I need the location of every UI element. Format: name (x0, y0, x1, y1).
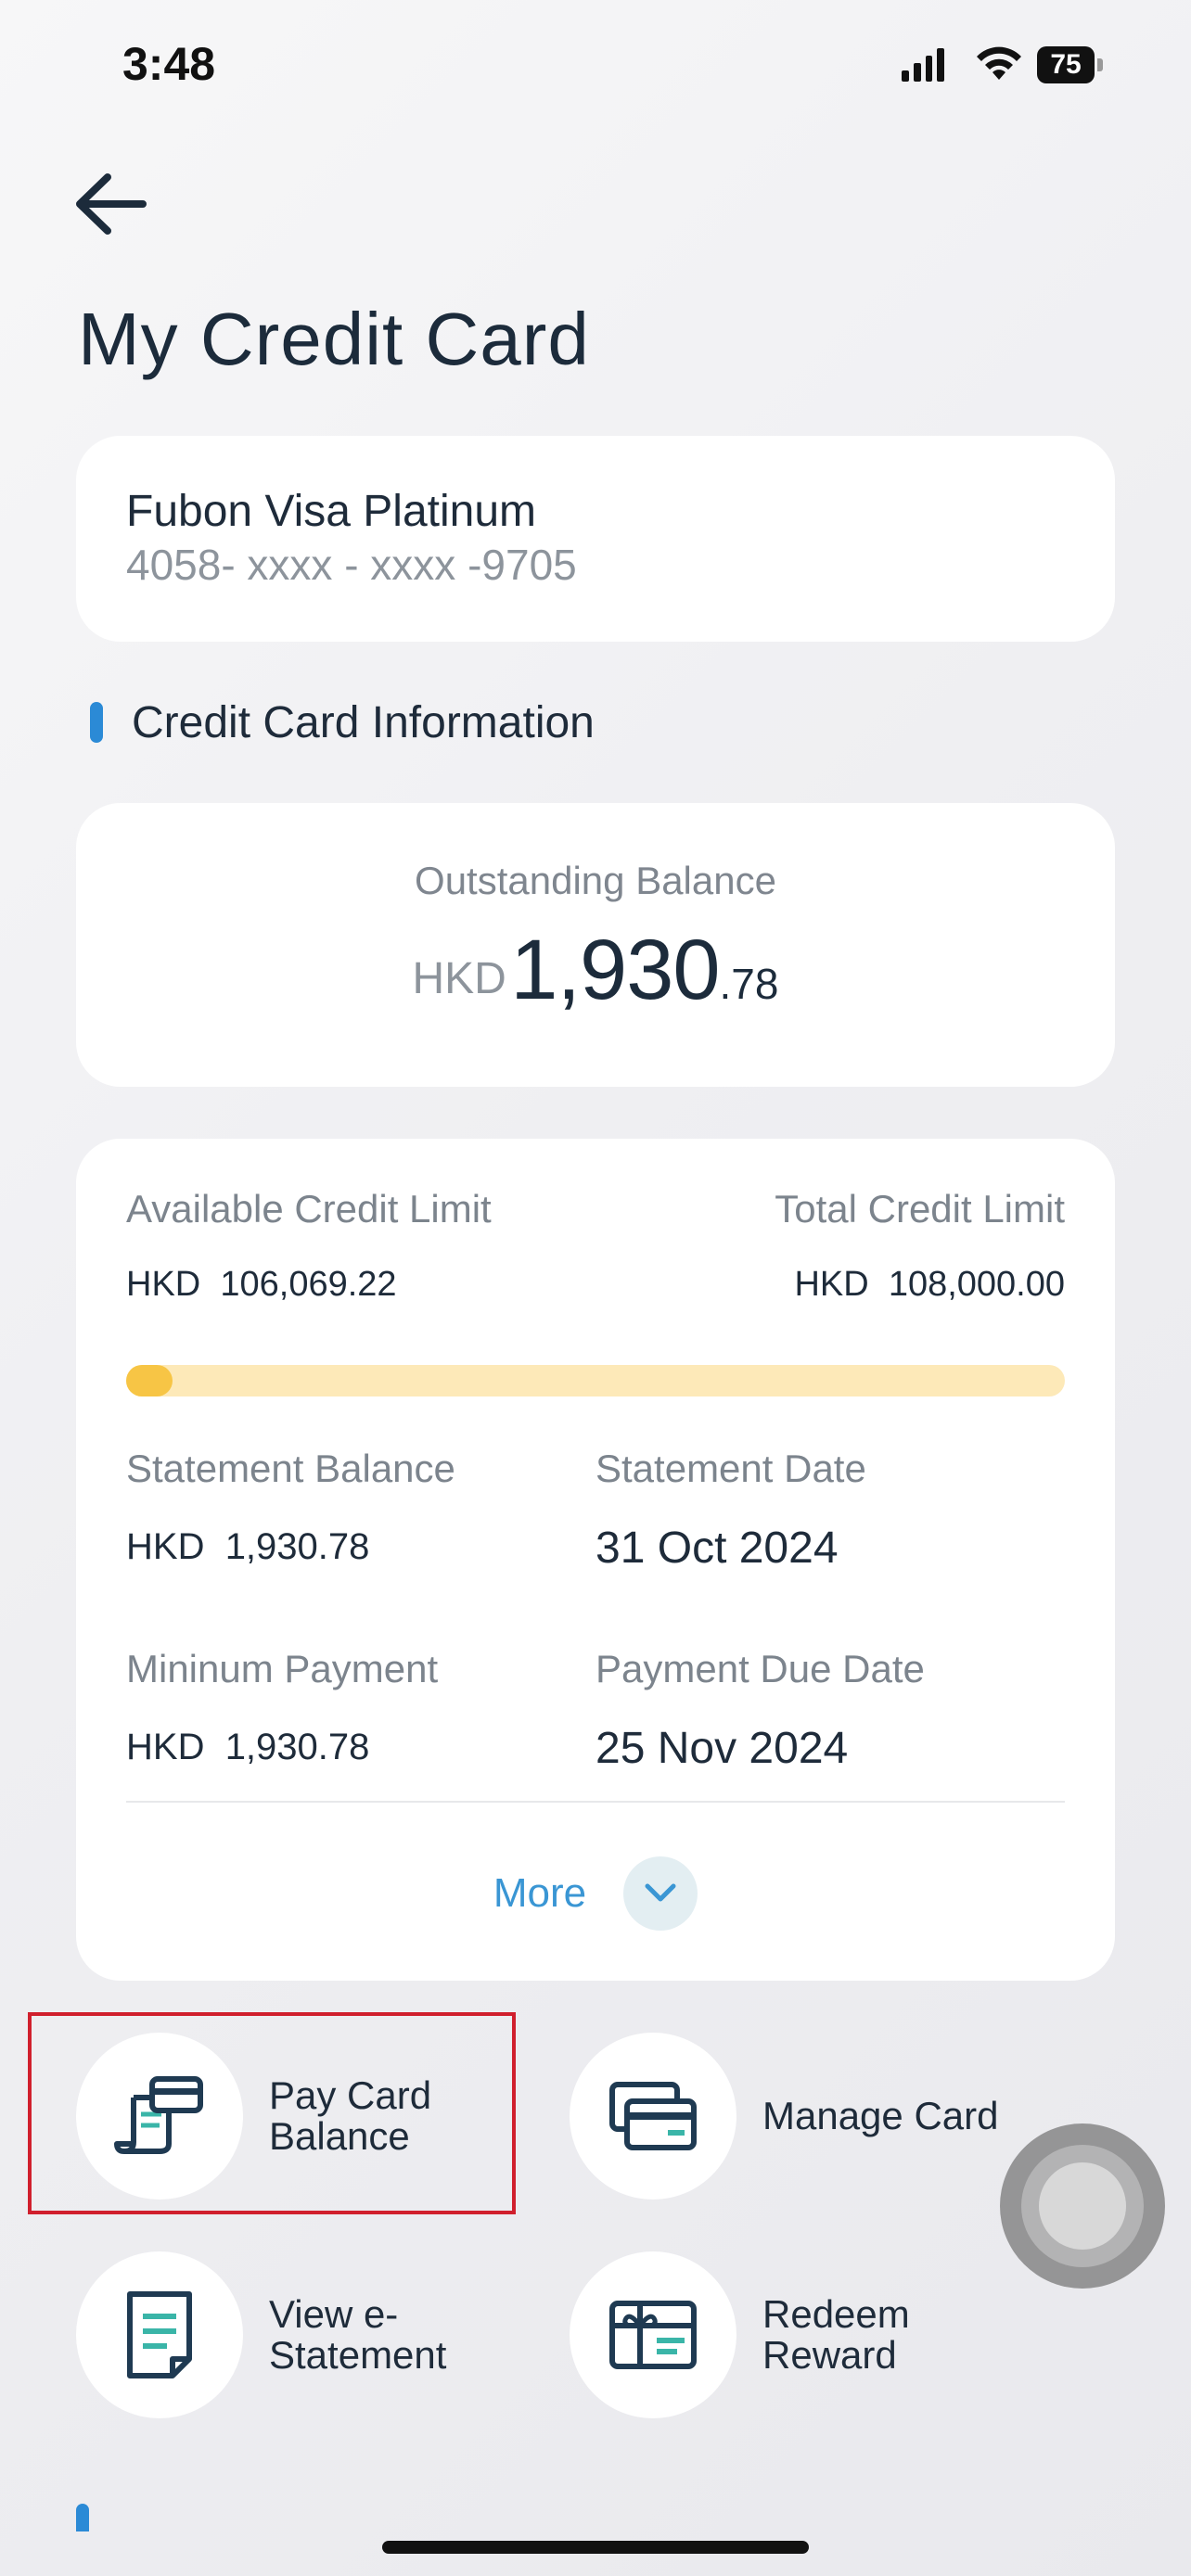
highlight-box (28, 2012, 516, 2214)
credit-usage-bar (126, 1365, 1065, 1396)
chevron-down-icon[interactable] (623, 1856, 698, 1931)
statement-date-value: 31 Oct 2024 (596, 1524, 839, 1573)
signal-icon (902, 48, 944, 82)
statement-date-label: Statement Date (596, 1447, 866, 1490)
redeem-reward-label: Redeem Reward (762, 2292, 910, 2377)
available-amount: 106,069.22 (220, 1265, 397, 1304)
battery-icon: 75 (1037, 46, 1104, 83)
outstanding-integer: 1,930 (510, 923, 720, 1017)
due-date-value: 25 Nov 2024 (596, 1724, 849, 1773)
total-currency: HKD (794, 1265, 869, 1304)
min-payment-value: HKD 1,930.78 (126, 1727, 369, 1768)
statement-balance-value: HKD 1,930.78 (126, 1526, 369, 1568)
card-name: Fubon Visa Platinum (126, 487, 537, 536)
back-arrow-icon[interactable] (72, 172, 147, 236)
manage-card-button[interactable]: Manage Card (570, 2033, 1052, 2200)
wifi-icon (977, 46, 1021, 80)
gift-card-icon (570, 2251, 736, 2418)
statement-balance-currency: HKD (126, 1526, 205, 1567)
next-section-peek (76, 2504, 1115, 2531)
min-payment-currency: HKD (126, 1727, 205, 1767)
view-e-statement-label: View e-Statement (269, 2292, 447, 2377)
card-number: 4058- xxxx - xxxx -9705 (126, 541, 577, 589)
min-payment-amount: 1,930.78 (224, 1727, 370, 1767)
credit-card-icon (570, 2033, 736, 2200)
divider (126, 1801, 1065, 1803)
manage-card-label: Manage Card (762, 2094, 999, 2137)
more-label: More (493, 1870, 587, 1916)
assistive-touch-button[interactable] (1000, 2123, 1165, 2289)
total-limit-label: Total Credit Limit (775, 1187, 1065, 1231)
due-date-label: Payment Due Date (596, 1647, 925, 1690)
section-marker (90, 702, 103, 743)
page-title: My Credit Card (78, 298, 590, 380)
outstanding-balance-label: Outstanding Balance (415, 859, 776, 902)
available-limit-label: Available Credit Limit (126, 1187, 492, 1231)
document-icon (76, 2251, 243, 2418)
home-indicator[interactable] (382, 2541, 809, 2554)
total-amount: 108,000.00 (888, 1265, 1065, 1304)
status-time: 3:48 (122, 38, 216, 90)
credit-usage-fill (126, 1365, 173, 1396)
outstanding-balance-card: Outstanding Balance HKD 1,930.78 (76, 803, 1115, 1087)
section-title: Credit Card Information (132, 698, 595, 747)
statement-balance-label: Statement Balance (126, 1447, 455, 1490)
outstanding-decimal: .78 (719, 960, 779, 1008)
card-selector[interactable]: Fubon Visa Platinum 4058- xxxx - xxxx -9… (76, 436, 1115, 642)
available-limit-value: HKD 106,069.22 (126, 1265, 397, 1305)
total-limit-value: HKD 108,000.00 (794, 1265, 1065, 1305)
outstanding-balance-amount: HKD 1,930.78 (76, 922, 1115, 1019)
view-e-statement-button[interactable]: View e-Statement (76, 2251, 521, 2418)
redeem-reward-button[interactable]: Redeem Reward (570, 2251, 1052, 2418)
available-currency: HKD (126, 1265, 201, 1304)
statement-balance-amount: 1,930.78 (224, 1526, 370, 1567)
outstanding-currency: HKD (412, 954, 506, 1003)
battery-level: 75 (1037, 46, 1095, 83)
min-payment-label: Mininum Payment (126, 1647, 439, 1690)
more-toggle[interactable]: More (76, 1856, 1115, 1931)
credit-info-card: Available Credit Limit HKD 106,069.22 To… (76, 1139, 1115, 1981)
